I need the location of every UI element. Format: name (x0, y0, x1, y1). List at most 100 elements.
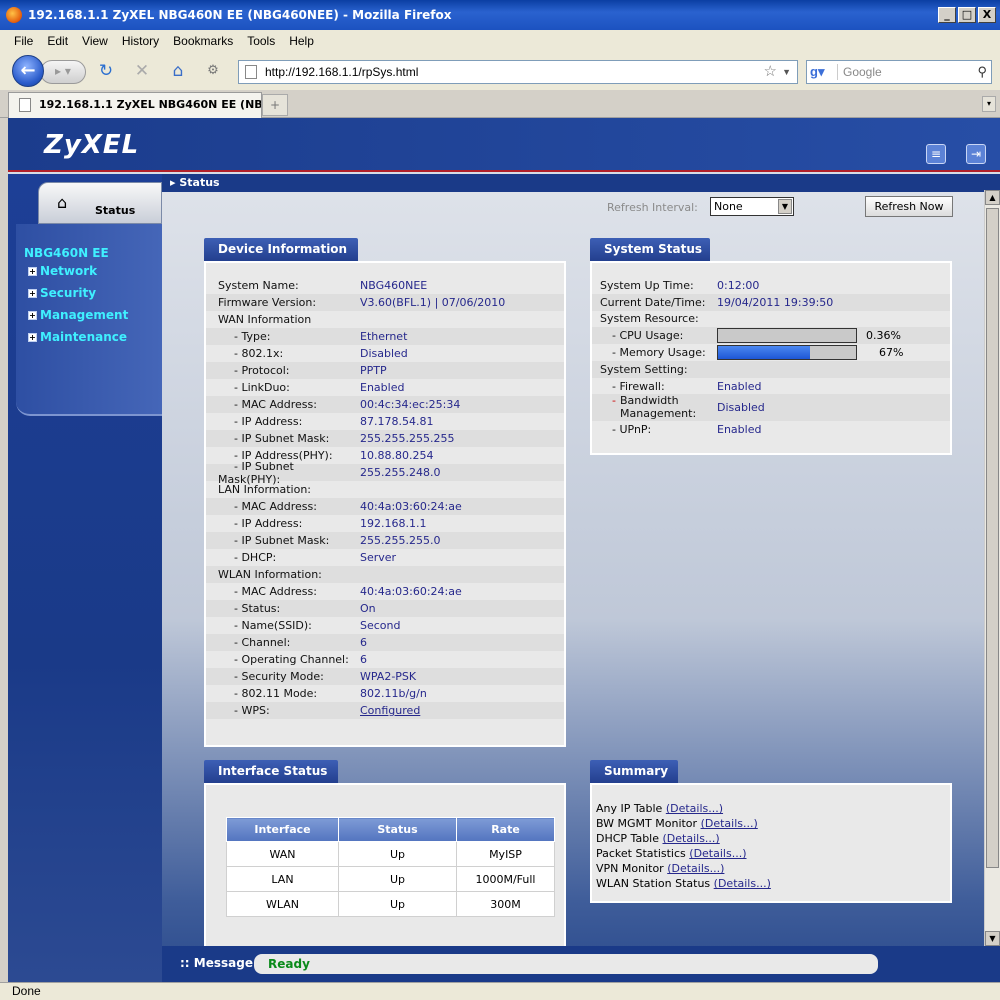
device-info-panel: System Name: NBG460NEE Firmware Version: V3… (204, 261, 566, 747)
menu-file[interactable]: File (8, 32, 39, 50)
summary-panel: Any IP Table (Details...) BW MGMT Monito… (590, 783, 952, 903)
refresh-interval-select[interactable]: None ▼ (710, 197, 794, 216)
datetime-value: 19/04/2011 19:39:50 (717, 296, 834, 309)
wps-configured-link[interactable]: Configured (360, 702, 420, 719)
details-link[interactable]: (Details...) (663, 832, 720, 845)
menu-view[interactable]: View (76, 32, 114, 50)
sidebar-item-management[interactable]: + Management (28, 308, 158, 322)
device-info-row: - IP Subnet Mask: 255.255.255.255 (206, 430, 564, 447)
table-cell: Up (338, 891, 457, 917)
device-info-value: 00:4c:34:ec:25:34 (360, 398, 461, 411)
table-header-row: Interface Status Rate (226, 817, 555, 842)
scrollbar-thumb[interactable] (986, 208, 999, 868)
sidebar-item-label: Network (40, 264, 98, 278)
table-row: WLAN Up 300M (226, 891, 555, 917)
close-button[interactable]: X (978, 7, 996, 23)
device-info-value: 192.168.1.1 (360, 517, 427, 530)
page-icon (245, 65, 257, 79)
expand-icon: + (28, 333, 37, 342)
device-info-value: 6 (360, 636, 367, 649)
device-info-row: - DHCP: Server (234, 551, 397, 564)
window-controls: _ □ X (938, 7, 996, 23)
device-info-row: - LinkDuo: Enabled (234, 381, 405, 394)
device-info-value: 802.11b/g/n (360, 687, 427, 700)
refresh-interval-value: None (714, 200, 743, 213)
datetime-row: Current Date/Time: 19/04/2011 19:39:50 (592, 294, 950, 311)
summary-row-wlan-station: WLAN Station Status (Details...) (596, 877, 771, 890)
reload-icon[interactable]: ↻ (96, 61, 116, 81)
device-info-row: - Channel: 6 (206, 634, 564, 651)
browser-tab[interactable]: 192.168.1.1 ZyXEL NBG460N EE (NBG4... (8, 92, 262, 118)
minimize-button[interactable]: _ (938, 7, 956, 23)
table-cell: 1000M/Full (456, 866, 555, 892)
device-info-value: NBG460NEE (360, 279, 428, 292)
device-info-row: - Type: Ethernet (206, 328, 564, 345)
menu-bookmarks[interactable]: Bookmarks (167, 32, 239, 50)
refresh-now-button[interactable]: Refresh Now (865, 196, 953, 217)
wizard-icon[interactable]: ≡ (926, 144, 946, 164)
sidebar-item-security[interactable]: + Security (28, 286, 158, 300)
system-status-panel: System Up Time: 0:12:00 Current Date/Time… (590, 261, 952, 455)
page-scrollbar[interactable]: ▲ ▼ (984, 190, 1000, 946)
search-box[interactable]: g▾ Google ⚲ (806, 60, 992, 84)
menu-edit[interactable]: Edit (41, 32, 74, 50)
details-link[interactable]: (Details...) (701, 817, 758, 830)
device-info-row: - Operating Channel: 6 (234, 653, 367, 666)
summary-row-packet-stats: Packet Statistics (Details...) (596, 847, 747, 860)
message-label: :: Message (180, 956, 253, 970)
cpu-usage-value: 0.36% (866, 329, 901, 342)
home-icon[interactable]: ⌂ (168, 61, 188, 81)
url-dropdown-icon[interactable]: ▼ (782, 61, 791, 83)
tab-title: 192.168.1.1 ZyXEL NBG460N EE (NBG4... (39, 98, 262, 111)
url-text: http://192.168.1.1/rpSys.html (265, 65, 419, 79)
status-tab[interactable]: ⌂ Status (38, 182, 162, 224)
device-info-row: - Name(SSID): Second (234, 619, 401, 632)
table-cell: Up (338, 841, 457, 867)
device-info-value: 6 (360, 653, 367, 666)
summary-row-dhcp: DHCP Table (Details...) (596, 832, 720, 845)
zyxel-logo: ZyXEL (44, 130, 140, 160)
window-titlebar: 192.168.1.1 ZyXEL NBG460N EE (NBG460NEE)… (0, 0, 1000, 30)
sidebar-item-label: Security (40, 286, 97, 300)
scroll-down-icon[interactable]: ▼ (985, 931, 1000, 946)
menu-tools[interactable]: Tools (241, 32, 281, 50)
device-info-header: Device Information (204, 238, 358, 261)
browser-statusbar: Done (0, 982, 1000, 1000)
interface-status-header: Interface Status (204, 760, 338, 783)
device-info-row: - MAC Address: 00:4c:34:ec:25:34 (206, 396, 564, 413)
addon-icon[interactable]: ⚙ (203, 61, 223, 81)
url-bar[interactable]: http://192.168.1.1/rpSys.html ☆ ▼ (238, 60, 798, 84)
details-link[interactable]: (Details...) (689, 847, 746, 860)
maximize-button[interactable]: □ (958, 7, 976, 23)
bookmark-star-icon[interactable]: ☆ (764, 61, 777, 83)
search-icon[interactable]: ⚲ (977, 61, 987, 83)
device-info-row: System Name: NBG460NEE (218, 279, 428, 292)
tab-list-icon[interactable]: ▾ (982, 96, 996, 112)
sidebar-item-maintenance[interactable]: + Maintenance (28, 330, 158, 344)
summary-row-any-ip: Any IP Table (Details...) (596, 802, 724, 815)
details-link[interactable]: (Details...) (667, 862, 724, 875)
expand-icon: + (28, 311, 37, 320)
setting-row: System Setting: (592, 361, 950, 378)
device-info-row: - IP Address: 192.168.1.1 (234, 517, 427, 530)
table-cell: MyISP (456, 841, 555, 867)
details-link[interactable]: (Details...) (666, 802, 723, 815)
back-button[interactable]: ← (12, 55, 44, 87)
menu-help[interactable]: Help (283, 32, 320, 50)
resource-row: System Resource: (600, 312, 699, 325)
device-info-row: - Protocol: PPTP (206, 362, 564, 379)
system-status-header: System Status (590, 238, 710, 261)
sidebar-item-network[interactable]: + Network (28, 264, 158, 278)
new-tab-button[interactable]: + (262, 94, 288, 116)
stop-icon[interactable]: ✕ (132, 61, 152, 81)
uptime-row: System Up Time: 0:12:00 (600, 279, 760, 292)
details-link[interactable]: (Details...) (714, 877, 771, 890)
scroll-up-icon[interactable]: ▲ (985, 190, 1000, 205)
logout-icon[interactable]: ⇥ (966, 144, 986, 164)
device-info-row: - 802.1x: Disabled (234, 347, 408, 360)
device-info-row: - MAC Address: 40:4a:03:60:24:ae (234, 585, 462, 598)
menu-history[interactable]: History (116, 32, 165, 50)
forward-button[interactable]: ▸ ▾ (40, 60, 86, 84)
tab-bar: 192.168.1.1 ZyXEL NBG460N EE (NBG4... + … (0, 90, 1000, 118)
search-engine-icon[interactable]: g▾ (810, 64, 838, 80)
